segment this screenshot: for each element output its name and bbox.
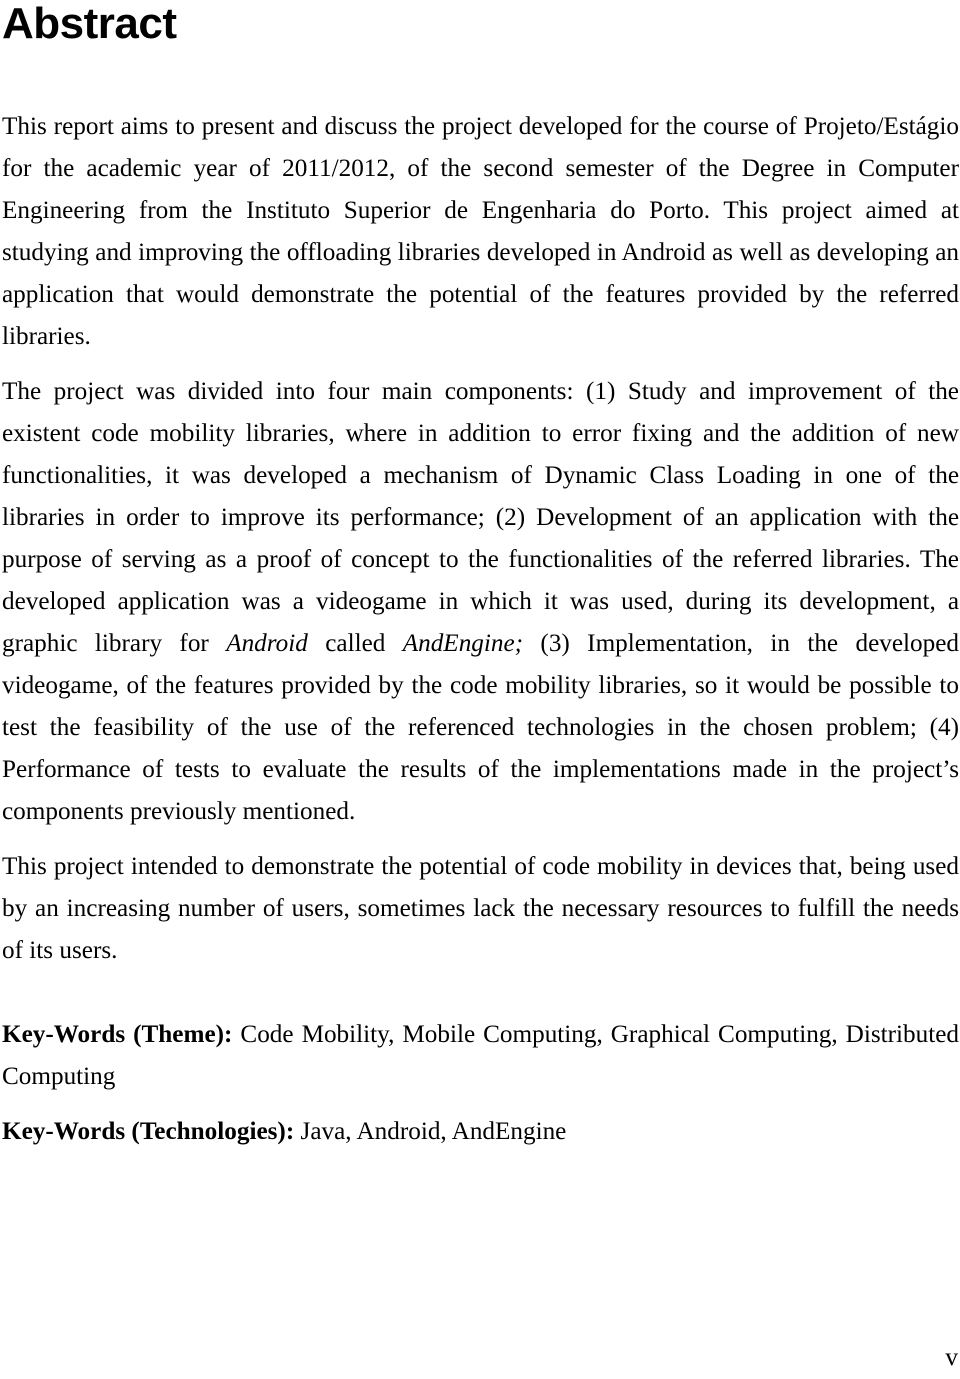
- keywords-technologies: Key-Words (Technologies): Java, Android,…: [2, 1111, 959, 1153]
- emphasis-text: Android: [226, 630, 308, 657]
- keywords-technologies-label: Key-Words (Technologies):: [2, 1118, 295, 1145]
- keywords-block: Key-Words (Theme): Code Mobility, Mobile…: [2, 1014, 959, 1153]
- abstract-body: This report aims to present and discuss …: [2, 106, 959, 972]
- keywords-theme: Key-Words (Theme): Code Mobility, Mobile…: [2, 1014, 959, 1098]
- document-page: Abstract This report aims to present and…: [0, 0, 960, 1379]
- page-number: v: [945, 1344, 958, 1371]
- emphasis-text: AndEngine;: [402, 630, 524, 657]
- paragraph-conclusion: This project intended to demonstrate the…: [2, 846, 959, 972]
- page-content: Abstract This report aims to present and…: [2, 0, 959, 1153]
- page-title: Abstract: [2, 0, 177, 48]
- keywords-technologies-value: Java, Android, AndEngine: [294, 1118, 567, 1145]
- paragraph-components: The project was divided into four main c…: [2, 371, 959, 833]
- body-text: This project intended to demonstrate the…: [2, 853, 959, 964]
- body-text: The project was divided into four main c…: [2, 378, 959, 657]
- body-text: (3) Implementation, in the developed vid…: [2, 630, 959, 825]
- keywords-theme-label: Key-Words (Theme):: [2, 1021, 233, 1048]
- body-text: This report aims to present and discuss …: [2, 113, 959, 350]
- paragraph-intro: This report aims to present and discuss …: [2, 106, 959, 358]
- body-text: called: [307, 630, 403, 657]
